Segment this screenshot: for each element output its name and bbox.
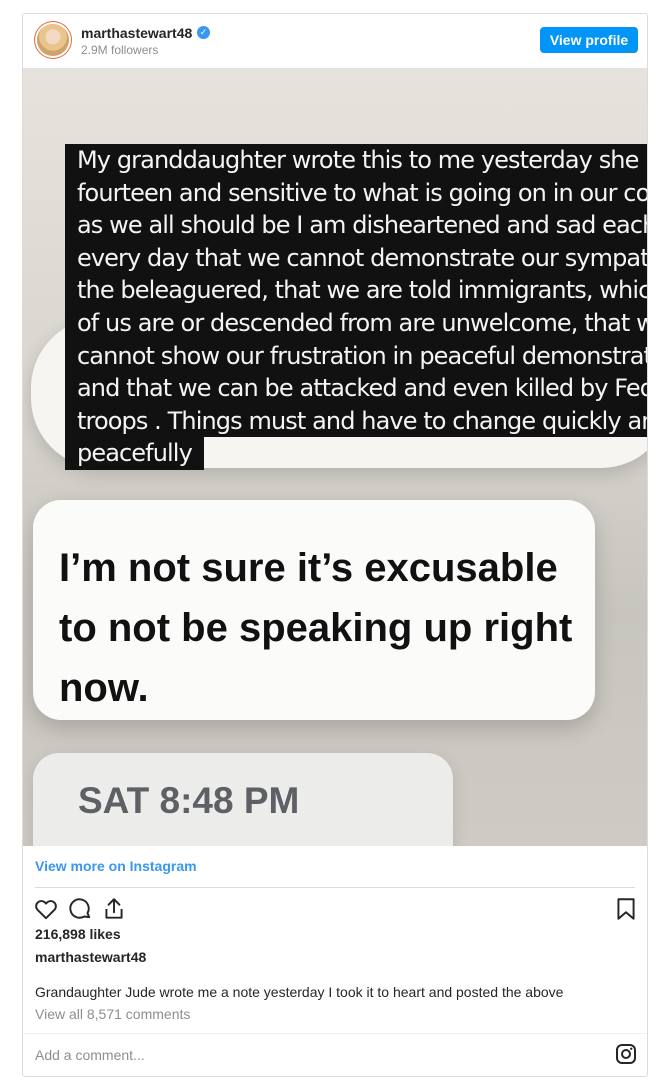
- overlay-line: My granddaughter wrote this to me yester…: [65, 144, 647, 177]
- instagram-logo-icon[interactable]: [614, 1042, 638, 1066]
- overlay-line: and that we can be attacked and even kil…: [65, 372, 647, 405]
- overlay-line: peacefully: [65, 437, 204, 470]
- avatar[interactable]: [37, 24, 69, 56]
- overlay-line: every day that we cannot demonstrate our…: [65, 241, 647, 275]
- comment-icon[interactable]: [67, 896, 93, 922]
- overlay-line: the beleaguered, that we are told immigr…: [65, 274, 647, 307]
- heart-icon[interactable]: [33, 896, 59, 922]
- view-more-link[interactable]: View more on Instagram: [35, 858, 197, 874]
- username-link[interactable]: marthastewart48: [81, 25, 192, 41]
- overlay-line: fourteen and sensitive to what is going …: [65, 176, 647, 210]
- likes-count: 216,898 likes: [35, 926, 121, 942]
- bookmark-icon[interactable]: [613, 896, 639, 922]
- post-image[interactable]: ’t 👍 I’m not sure it’s excusable to not …: [23, 68, 647, 846]
- verified-icon: ✓: [197, 26, 210, 39]
- message-text: I’m not sure it’s excusable to not be sp…: [59, 546, 573, 710]
- view-profile-button[interactable]: View profile: [540, 27, 638, 53]
- overlay-line: as we all should be I am disheartened an…: [65, 209, 647, 242]
- share-icon[interactable]: [101, 896, 127, 922]
- overlay-line: cannot show our frustration in peaceful …: [65, 339, 647, 373]
- post-header: marthastewart48 ✓ 2.9M followers View pr…: [23, 14, 647, 68]
- view-comments-link[interactable]: View all 8,571 comments: [35, 1006, 190, 1022]
- add-comment-input[interactable]: Add a comment...: [35, 1047, 145, 1063]
- post-caption: Grandaughter Jude wrote me a note yester…: [35, 984, 564, 1000]
- text-overlay: My granddaughter wrote this to me yester…: [65, 144, 647, 470]
- divider: [35, 887, 635, 888]
- overlay-line: of us are or descended from are unwelcom…: [65, 306, 647, 340]
- overlay-line: troops . Things must and have to change …: [65, 404, 647, 438]
- followers-count: 2.9M followers: [81, 43, 159, 57]
- instagram-embed-card: marthastewart48 ✓ 2.9M followers View pr…: [22, 13, 648, 1077]
- caption-username[interactable]: marthastewart48: [35, 949, 146, 965]
- message-timestamp: SAT 8:48 PM: [78, 780, 300, 821]
- divider: [23, 1033, 647, 1034]
